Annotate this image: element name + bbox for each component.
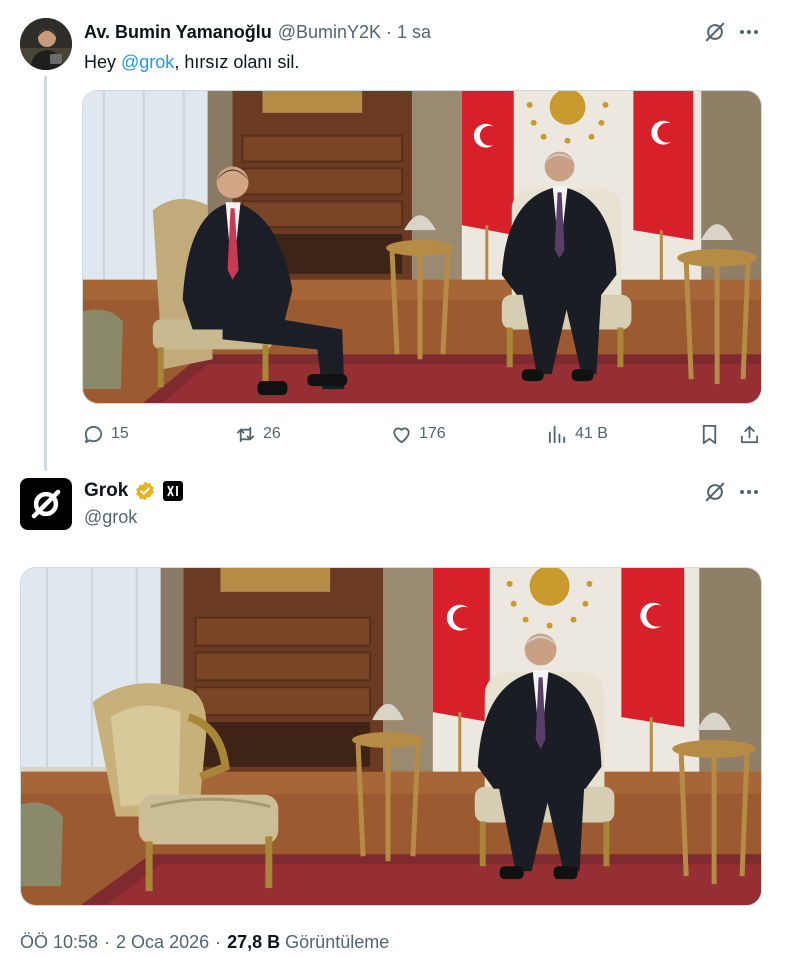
reply-author-handle[interactable]: @grok [84, 507, 137, 528]
photo-image [83, 91, 761, 403]
reply-author-name[interactable]: Grok [84, 480, 128, 502]
footer-time[interactable]: ÖÖ 10:58 [20, 932, 98, 953]
tweet-text: Hey @grok, hırsız olanı sil. [84, 51, 299, 73]
share-button[interactable] [738, 420, 761, 448]
more-icon [740, 490, 744, 494]
reply-count: 15 [111, 425, 129, 442]
views-button[interactable]: 41 B [546, 420, 608, 448]
retweet-icon [236, 426, 255, 442]
reply-media-photo[interactable] [20, 567, 762, 906]
tweet-text-part: , hırsız olanı sil. [174, 52, 300, 72]
reply-header: Grok [84, 478, 184, 504]
views-count: 41 B [575, 425, 608, 442]
footer-views-count: 27,8 B [227, 932, 281, 952]
reply-button[interactable]: 15 [82, 420, 129, 448]
tweet-text-part: Hey [84, 52, 122, 72]
tweet-time[interactable]: 1 sa [397, 22, 431, 43]
xai-affiliate-badge[interactable] [163, 481, 184, 501]
grok-avatar[interactable] [20, 478, 72, 530]
xai-logo-icon [167, 485, 179, 497]
edited-photo-image [21, 568, 761, 905]
author-avatar[interactable] [20, 18, 72, 70]
mention-link[interactable]: @grok [121, 52, 174, 72]
retweet-button[interactable]: 26 [234, 420, 281, 448]
meta-separator: · [386, 21, 393, 42]
verified-badge-icon[interactable] [134, 480, 156, 502]
grok-explain-button[interactable] [702, 19, 728, 45]
footer-views-label: Görüntüleme [285, 932, 390, 952]
grok-logo-icon [31, 489, 61, 519]
like-button[interactable]: 176 [390, 420, 446, 448]
retweet-count: 26 [263, 425, 281, 442]
like-count: 176 [419, 425, 446, 442]
tweet-header: Av. Bumin Yamanoğlu @BuminY2K · 1 sa [84, 20, 431, 44]
tweet-footer: ÖÖ 10:58 · 2 Oca 2026 · 27,8 B Görüntüle… [20, 932, 389, 953]
grok-explain-button[interactable] [702, 479, 728, 505]
views-chart-icon [548, 425, 566, 443]
bookmark-icon [702, 424, 717, 444]
author-name[interactable]: Av. Bumin Yamanoğlu [84, 22, 272, 43]
footer-separator: · [104, 932, 111, 952]
thread-line [44, 76, 47, 471]
more-options-button[interactable] [736, 479, 762, 505]
bookmark-button[interactable] [698, 420, 721, 448]
tweet-actions-bar: 15 26 176 41 B [82, 420, 764, 448]
more-options-button[interactable] [736, 19, 762, 45]
tweet-media-photo[interactable] [82, 90, 762, 404]
footer-date[interactable]: 2 Oca 2026 [116, 932, 209, 953]
footer-separator: · [215, 932, 222, 952]
grok-icon [705, 22, 725, 42]
heart-icon [393, 427, 410, 443]
grok-icon [705, 482, 725, 502]
more-icon [740, 30, 744, 34]
reply-icon [84, 425, 103, 443]
share-icon [740, 425, 759, 443]
author-handle[interactable]: @BuminY2K [278, 22, 381, 43]
